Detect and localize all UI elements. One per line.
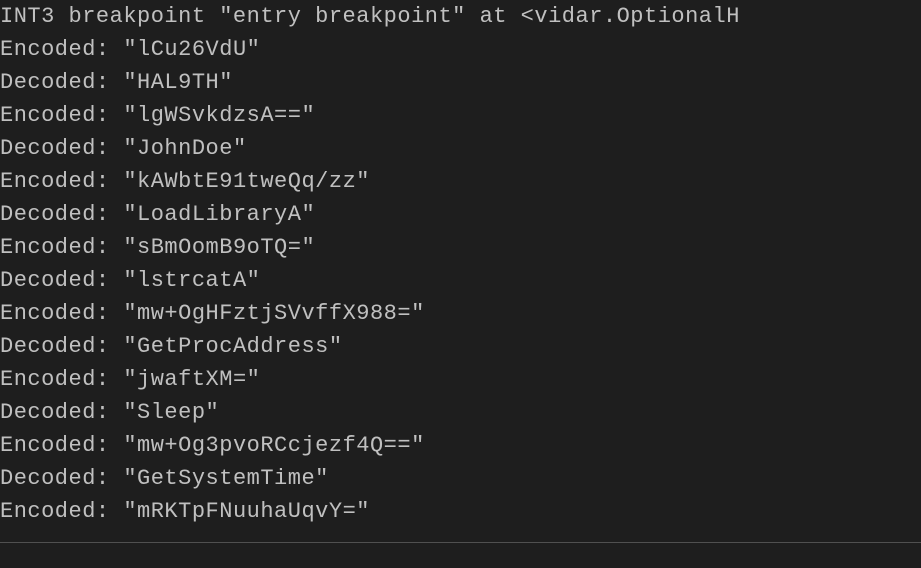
breakpoint-line: INT3 breakpoint "entry breakpoint" at <v… (0, 0, 921, 33)
output-label: Decoded: (0, 136, 110, 161)
output-value: "HAL9TH" (123, 70, 233, 95)
output-line: Encoded: "mw+OgHFztjSVvffX988=" (0, 297, 921, 330)
output-value: "GetProcAddress" (123, 334, 342, 359)
divider (0, 542, 921, 543)
output-label: Decoded: (0, 334, 110, 359)
output-label: Encoded: (0, 367, 110, 392)
output-line: Encoded: "sBmOomB9oTQ=" (0, 231, 921, 264)
output-label: Encoded: (0, 301, 110, 326)
output-value: "JohnDoe" (123, 136, 246, 161)
output-label: Encoded: (0, 433, 110, 458)
output-value: "lstrcatA" (123, 268, 260, 293)
output-label: Decoded: (0, 400, 110, 425)
output-label: Encoded: (0, 235, 110, 260)
output-line: Encoded: "lCu26VdU" (0, 33, 921, 66)
output-line: Decoded: "HAL9TH" (0, 66, 921, 99)
output-label: Decoded: (0, 268, 110, 293)
output-line: Encoded: "mw+Og3pvoRCcjezf4Q==" (0, 429, 921, 462)
output-value: "lgWSvkdzsA==" (123, 103, 315, 128)
debugger-output: INT3 breakpoint "entry breakpoint" at <v… (0, 0, 921, 528)
output-line: Encoded: "kAWbtE91tweQq/zz" (0, 165, 921, 198)
output-line: Encoded: "jwaftXM=" (0, 363, 921, 396)
output-label: Encoded: (0, 169, 110, 194)
output-line: Decoded: "Sleep" (0, 396, 921, 429)
output-value: "lCu26VdU" (123, 37, 260, 62)
output-label: Decoded: (0, 70, 110, 95)
output-value: "mRKTpFNuuhaUqvY=" (123, 499, 370, 524)
output-value: "Sleep" (123, 400, 219, 425)
output-line: Decoded: "GetSystemTime" (0, 462, 921, 495)
output-value: "GetSystemTime" (123, 466, 329, 491)
output-value: "jwaftXM=" (123, 367, 260, 392)
output-label: Encoded: (0, 499, 110, 524)
output-line: Decoded: "JohnDoe" (0, 132, 921, 165)
output-line: Encoded: "mRKTpFNuuhaUqvY=" (0, 495, 921, 528)
output-line: Decoded: "lstrcatA" (0, 264, 921, 297)
output-label: Decoded: (0, 466, 110, 491)
output-value: "LoadLibraryA" (123, 202, 315, 227)
output-line: Encoded: "lgWSvkdzsA==" (0, 99, 921, 132)
output-label: Encoded: (0, 37, 110, 62)
output-value: "mw+Og3pvoRCcjezf4Q==" (123, 433, 424, 458)
output-value: "sBmOomB9oTQ=" (123, 235, 315, 260)
output-line: Decoded: "GetProcAddress" (0, 330, 921, 363)
output-label: Encoded: (0, 103, 110, 128)
output-value: "mw+OgHFztjSVvffX988=" (123, 301, 424, 326)
output-line: Decoded: "LoadLibraryA" (0, 198, 921, 231)
output-value: "kAWbtE91tweQq/zz" (123, 169, 370, 194)
output-label: Decoded: (0, 202, 110, 227)
